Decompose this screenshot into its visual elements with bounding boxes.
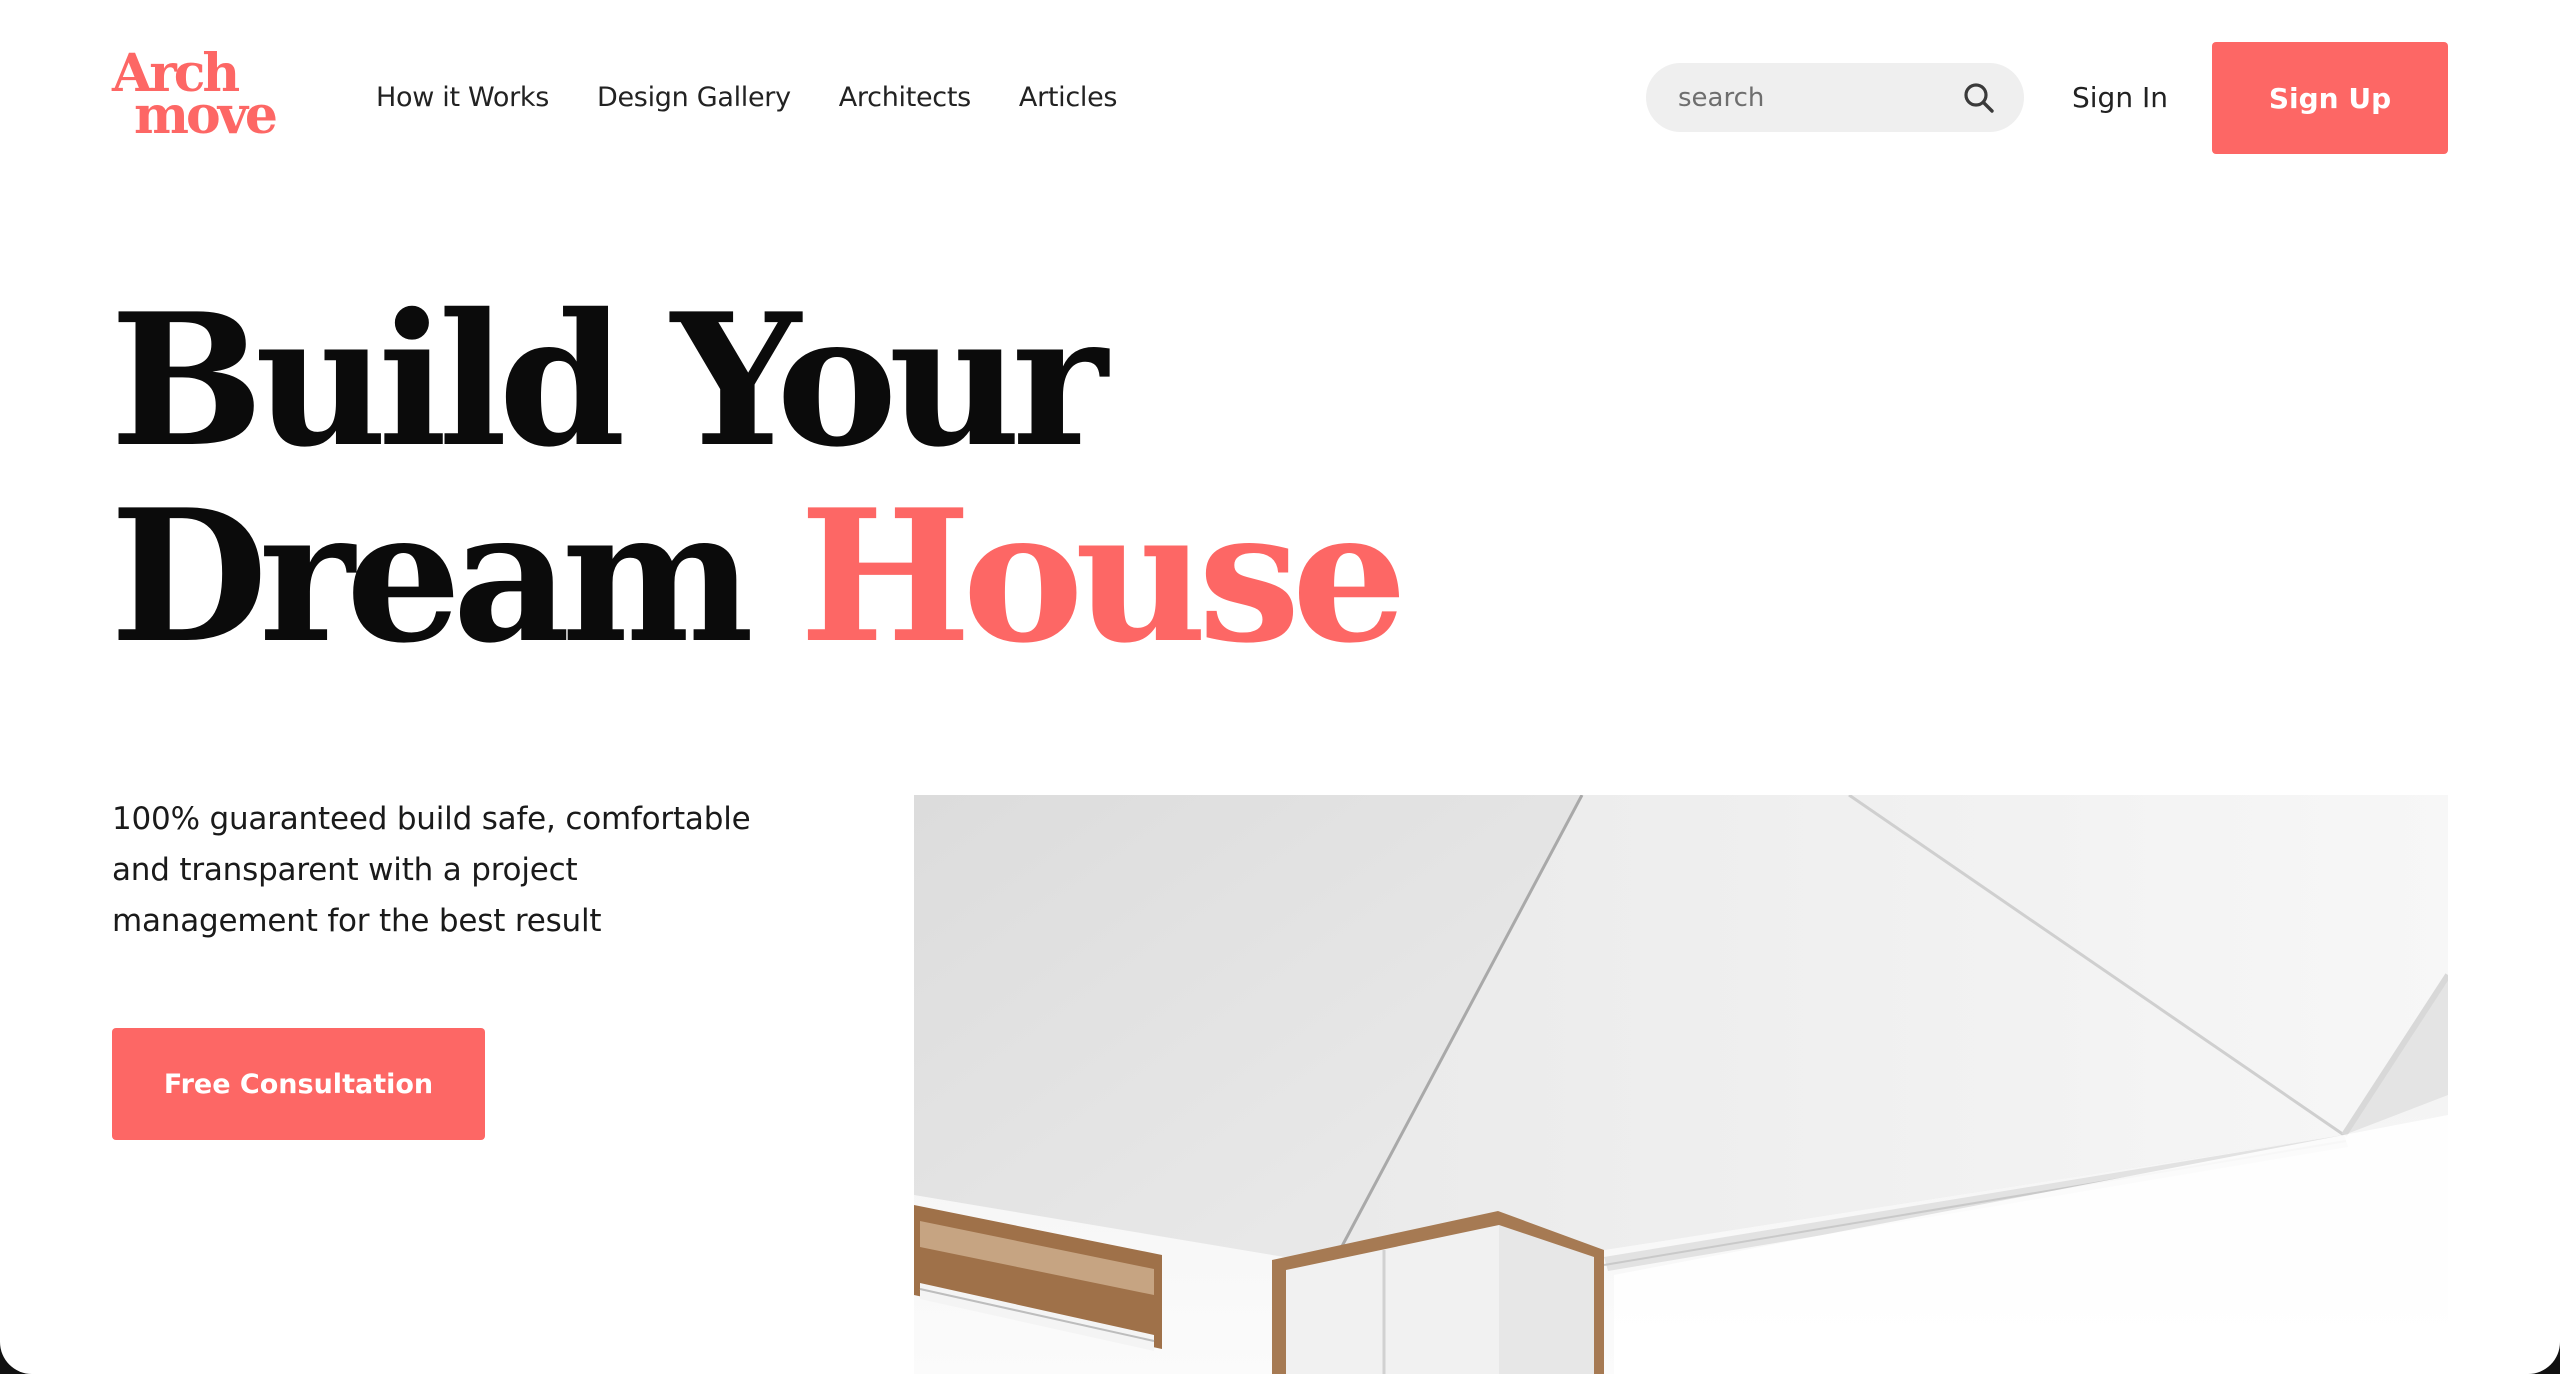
nav-architects[interactable]: Architects xyxy=(839,78,971,118)
main-nav: How it Works Design Gallery Architects A… xyxy=(376,78,1118,118)
hero-title: Build Your Dream House xyxy=(110,273,1407,674)
nav-how-it-works[interactable]: How it Works xyxy=(376,78,549,118)
nav-articles[interactable]: Articles xyxy=(1019,78,1118,118)
search-icon[interactable] xyxy=(1962,81,1996,115)
hero-title-line-1: Build Your xyxy=(110,273,1108,487)
nav-design-gallery[interactable]: Design Gallery xyxy=(597,78,791,118)
hero-title-accent: House xyxy=(799,469,1407,683)
sign-up-button[interactable]: Sign Up xyxy=(2212,42,2448,154)
hero-title-line-2: Dream House xyxy=(110,478,1407,674)
free-consultation-button[interactable]: Free Consultation xyxy=(112,1028,485,1140)
sign-in-link[interactable]: Sign In xyxy=(2072,78,2168,118)
hero-title-plain: Dream xyxy=(110,469,754,683)
search-input[interactable] xyxy=(1678,63,1948,132)
landing-page: Arch move How it Works Design Gallery Ar… xyxy=(0,0,2560,1374)
archmove-logo[interactable]: Arch move xyxy=(112,48,292,146)
hero-interior-photo xyxy=(914,795,2448,1374)
hero-description: 100% guaranteed build safe, comfortable … xyxy=(112,801,751,939)
search-bar xyxy=(1646,63,2024,132)
logo-line-2: move xyxy=(134,85,278,146)
